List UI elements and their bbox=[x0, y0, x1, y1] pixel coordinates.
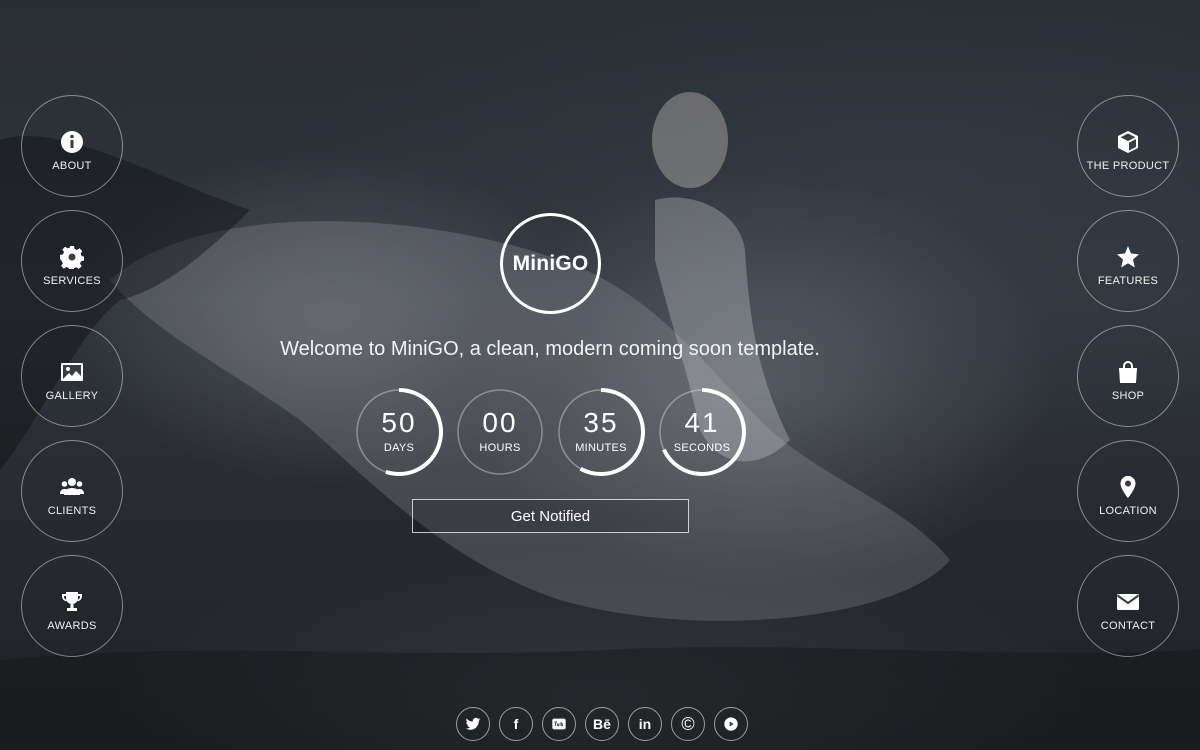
twitter-icon[interactable] bbox=[456, 707, 490, 741]
nav-label: AWARDS bbox=[47, 620, 97, 632]
countdown-value: 00 bbox=[482, 407, 518, 438]
countdown-minutes: 35 MINUTES bbox=[556, 387, 646, 477]
nav-label: THE PRODUCT bbox=[1086, 160, 1170, 172]
nav-label: SHOP bbox=[1111, 390, 1145, 402]
nav-clients[interactable]: CLIENTS bbox=[21, 440, 123, 542]
nav-shop[interactable]: SHOP bbox=[1077, 325, 1179, 427]
users-icon bbox=[60, 478, 84, 495]
gear-icon bbox=[60, 246, 84, 269]
nav-awards[interactable]: AWARDS bbox=[21, 555, 123, 657]
copyright-icon[interactable]: © bbox=[671, 707, 705, 741]
nav-gallery[interactable]: GALLERY bbox=[21, 325, 123, 427]
social-glyph: Bē bbox=[593, 716, 611, 732]
nav-location[interactable]: LOCATION bbox=[1077, 440, 1179, 542]
countdown-value: 41 bbox=[684, 407, 720, 438]
countdown-label: MINUTES bbox=[575, 442, 627, 454]
star-icon bbox=[1117, 246, 1139, 268]
countdown: 50 DAYS 00 HOURS 35 MINUTES 41 SECONDS bbox=[354, 387, 748, 479]
left-nav: ABOUT SERVICES GALLERY CLIENTS AWARDS bbox=[21, 95, 123, 670]
facebook-icon[interactable]: f bbox=[499, 707, 533, 741]
nav-services[interactable]: SERVICES bbox=[21, 210, 123, 312]
cube-icon bbox=[1118, 131, 1138, 153]
countdown-seconds: 41 SECONDS bbox=[657, 387, 747, 477]
youtube-icon[interactable] bbox=[542, 707, 576, 741]
background-overlay bbox=[0, 0, 1200, 750]
nav-label: FEATURES bbox=[1097, 275, 1159, 287]
nav-label: SERVICES bbox=[43, 275, 101, 287]
trophy-icon bbox=[62, 592, 82, 611]
play-icon[interactable] bbox=[714, 707, 748, 741]
countdown-label: HOURS bbox=[479, 442, 521, 454]
social-glyph: in bbox=[638, 716, 652, 732]
tagline: Welcome to MiniGO, a clean, modern comin… bbox=[280, 338, 820, 360]
right-nav: THE PRODUCT FEATURES SHOP LOCATION CONTA… bbox=[1077, 95, 1179, 670]
countdown-value: 50 bbox=[381, 407, 417, 438]
countdown-label: DAYS bbox=[383, 442, 415, 454]
envelope-icon bbox=[1116, 594, 1140, 610]
nav-label: LOCATION bbox=[1099, 505, 1157, 517]
social-glyph: f bbox=[513, 716, 519, 732]
nav-label: CONTACT bbox=[1100, 620, 1156, 632]
nav-about[interactable]: ABOUT bbox=[21, 95, 123, 197]
nav-label: ABOUT bbox=[52, 160, 92, 172]
countdown-days: 50 DAYS bbox=[354, 387, 444, 477]
image-icon bbox=[61, 363, 83, 381]
nav-contact[interactable]: CONTACT bbox=[1077, 555, 1179, 657]
shopping-bag-icon bbox=[1119, 361, 1137, 383]
nav-features[interactable]: FEATURES bbox=[1077, 210, 1179, 312]
logo-text: MiniGO bbox=[512, 251, 589, 275]
countdown-label: SECONDS bbox=[673, 442, 731, 454]
countdown-value: 35 bbox=[583, 407, 619, 438]
nav-label: GALLERY bbox=[45, 390, 99, 402]
behance-icon[interactable]: Bē bbox=[585, 707, 619, 741]
countdown-hours: 00 HOURS bbox=[455, 387, 545, 477]
logo[interactable]: MiniGO bbox=[500, 213, 601, 314]
map-pin-icon bbox=[1120, 476, 1136, 498]
linkedin-icon[interactable]: in bbox=[628, 707, 662, 741]
social-glyph: © bbox=[681, 713, 695, 734]
get-notified-button[interactable]: Get Notified bbox=[412, 499, 689, 533]
nav-the-product[interactable]: THE PRODUCT bbox=[1077, 95, 1179, 197]
nav-label: CLIENTS bbox=[47, 505, 97, 517]
info-icon bbox=[61, 131, 83, 153]
